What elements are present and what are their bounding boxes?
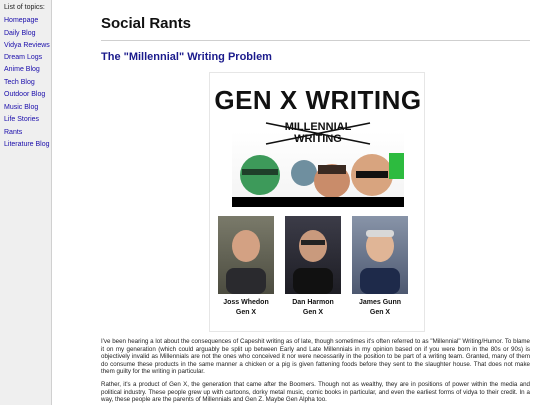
caption-name: Dan Harmon — [292, 299, 334, 306]
sidebar-item-literature-blog[interactable]: Literature Blog — [4, 141, 51, 149]
page-title: Social Rants — [101, 15, 192, 32]
banner-bar — [232, 197, 404, 207]
body-paragraph: I've been hearing a lot about the conseq… — [101, 338, 530, 376]
caption-generation: Gen X — [302, 309, 324, 316]
portrait-joss-whedon — [218, 216, 274, 294]
sidebar-item-anime-blog[interactable]: Anime Blog — [4, 66, 51, 74]
caption-name: James Gunn — [358, 299, 401, 306]
caption-name: Joss Whedon — [223, 299, 269, 306]
sidebar-item-music-blog[interactable]: Music Blog — [4, 104, 51, 112]
sidebar: List of topics: Homepage Daily Blog Vidy… — [0, 0, 52, 405]
portrait-dan-harmon — [285, 216, 341, 294]
sidebar-item-vidya-reviews[interactable]: Vidya Reviews — [4, 42, 51, 50]
portrait-james-gunn — [352, 216, 408, 294]
sidebar-item-rants[interactable]: Rants — [4, 129, 51, 137]
body-paragraph: Rather, it's a product of Gen X, the gen… — [101, 381, 530, 404]
sidebar-item-life-stories[interactable]: Life Stories — [4, 116, 51, 124]
caption-generation: Gen X — [369, 309, 391, 316]
caption-generation: Gen X — [235, 309, 257, 316]
sidebar-item-outdoor-blog[interactable]: Outdoor Blog — [4, 91, 51, 99]
image-heading: GEN X WRITING — [214, 85, 422, 115]
strikethrough-x-icon — [265, 122, 371, 145]
divider — [101, 40, 530, 41]
meme-image: GEN X WRITING MILLENNIAL WRITING Joss Wh… — [209, 72, 425, 332]
sidebar-item-dream-logs[interactable]: Dream Logs — [4, 54, 51, 62]
sidebar-item-tech-blog[interactable]: Tech Blog — [4, 79, 51, 87]
main-content: Social Rants The "Millennial" Writing Pr… — [101, 0, 530, 405]
post-title: The "Millennial" Writing Problem — [101, 51, 272, 63]
sidebar-item-daily-blog[interactable]: Daily Blog — [4, 30, 51, 38]
sidebar-item-homepage[interactable]: Homepage — [4, 17, 51, 25]
sidebar-heading: List of topics: — [4, 4, 45, 11]
